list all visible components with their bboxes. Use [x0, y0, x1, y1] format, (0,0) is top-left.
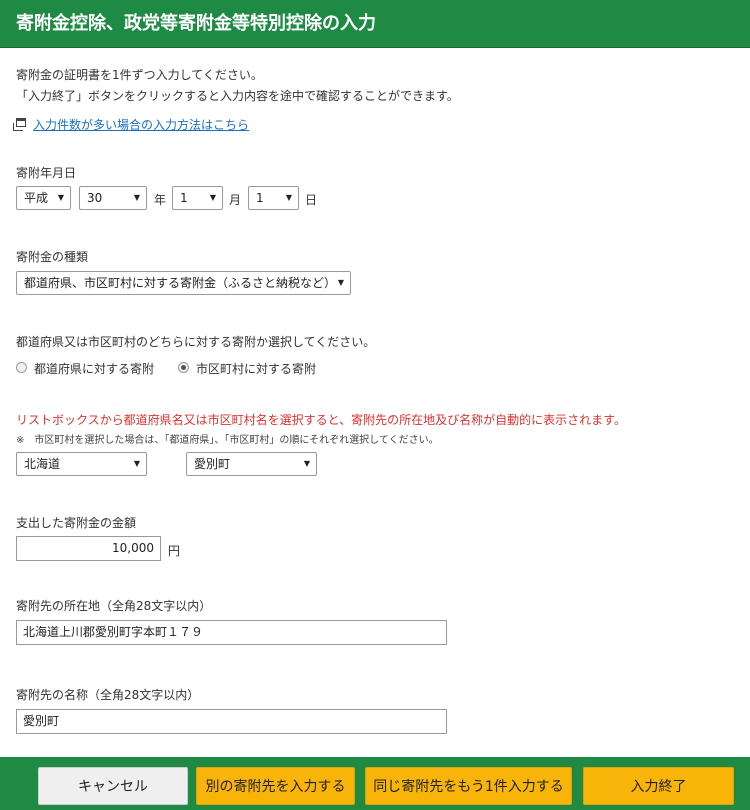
new-window-icon [13, 118, 26, 131]
donation-type-select[interactable]: 都道府県、市区町村に対する寄附金（ふるさと納税など） ▼ [16, 271, 351, 295]
enter-another-recipient-button[interactable]: 別の寄附先を入力する [196, 767, 355, 805]
municipality-value: 愛別町 [194, 457, 231, 471]
month-select[interactable]: 1 ▼ [172, 186, 223, 210]
enter-same-recipient-again-button[interactable]: 同じ寄附先をもう1件入力する [365, 767, 572, 805]
recipient-name-input[interactable]: 愛別町 [16, 709, 447, 734]
month-select-value: 1 [180, 191, 188, 205]
era-select-value: 平成 [24, 191, 49, 205]
selection-order-note: ※ 市区町村を選択した場合は、「都道府県」、「市区町村」の順にそれぞれ選択してく… [16, 435, 439, 446]
year-select[interactable]: 30 ▼ [79, 186, 147, 210]
chevron-down-icon: ▼ [57, 193, 64, 202]
chevron-down-icon: ▼ [285, 193, 292, 202]
intro-text-2: 「入力終了」ボタンをクリックすると入力内容を途中で確認することができます。 [16, 89, 459, 103]
chevron-down-icon: ▼ [209, 193, 216, 202]
page-title: 寄附金控除、政党等寄附金等特別控除の入力 [0, 0, 750, 48]
day-unit: 日 [305, 193, 318, 207]
finish-input-button[interactable]: 入力終了 [583, 767, 734, 805]
autofill-warning: リストボックスから都道府県名又は市区町村名を選択すると、寄附先の所在地及び名称が… [16, 413, 626, 427]
prefecture-select[interactable]: 北海道 ▼ [16, 452, 147, 476]
amount-unit: 円 [168, 544, 181, 558]
chevron-down-icon: ▼ [133, 459, 140, 468]
target-question: 都道府県又は市区町村のどちらに対する寄附か選択してください。 [16, 335, 376, 349]
address-input[interactable]: 北海道上川郡愛別町字本町１７９ [16, 620, 447, 645]
year-select-value: 30 [87, 191, 103, 205]
amount-label: 支出した寄附金の金額 [16, 516, 137, 530]
radio-municipality-label[interactable]: 市区町村に対する寄附 [196, 360, 316, 377]
year-unit: 年 [154, 193, 167, 207]
radio-prefecture-label[interactable]: 都道府県に対する寄附 [34, 360, 154, 377]
chevron-down-icon: ▼ [337, 278, 344, 287]
donation-type-label: 寄附金の種類 [16, 250, 89, 264]
intro-text-1: 寄附金の証明書を1件ずつ入力してください。 [16, 68, 263, 82]
chevron-down-icon: ▼ [303, 459, 310, 468]
radio-prefecture[interactable] [16, 362, 27, 373]
amount-input[interactable]: 10,000 [16, 536, 161, 561]
municipality-select[interactable]: 愛別町 ▼ [186, 452, 317, 476]
recipient-name-label: 寄附先の名称（全角28文字以内） [16, 688, 200, 702]
donation-date-label: 寄附年月日 [16, 166, 77, 180]
address-label: 寄附先の所在地（全角28文字以内） [16, 599, 212, 613]
cancel-button[interactable]: キャンセル [38, 767, 188, 805]
chevron-down-icon: ▼ [133, 193, 140, 202]
day-select-value: 1 [256, 191, 264, 205]
prefecture-value: 北海道 [24, 457, 61, 471]
many-entries-help-link[interactable]: 入力件数が多い場合の入力方法はこちら [33, 116, 249, 133]
radio-municipality[interactable] [178, 362, 189, 373]
era-select[interactable]: 平成 ▼ [16, 186, 71, 210]
day-select[interactable]: 1 ▼ [248, 186, 299, 210]
month-unit: 月 [229, 193, 242, 207]
donation-type-value: 都道府県、市区町村に対する寄附金（ふるさと納税など） [24, 276, 337, 290]
